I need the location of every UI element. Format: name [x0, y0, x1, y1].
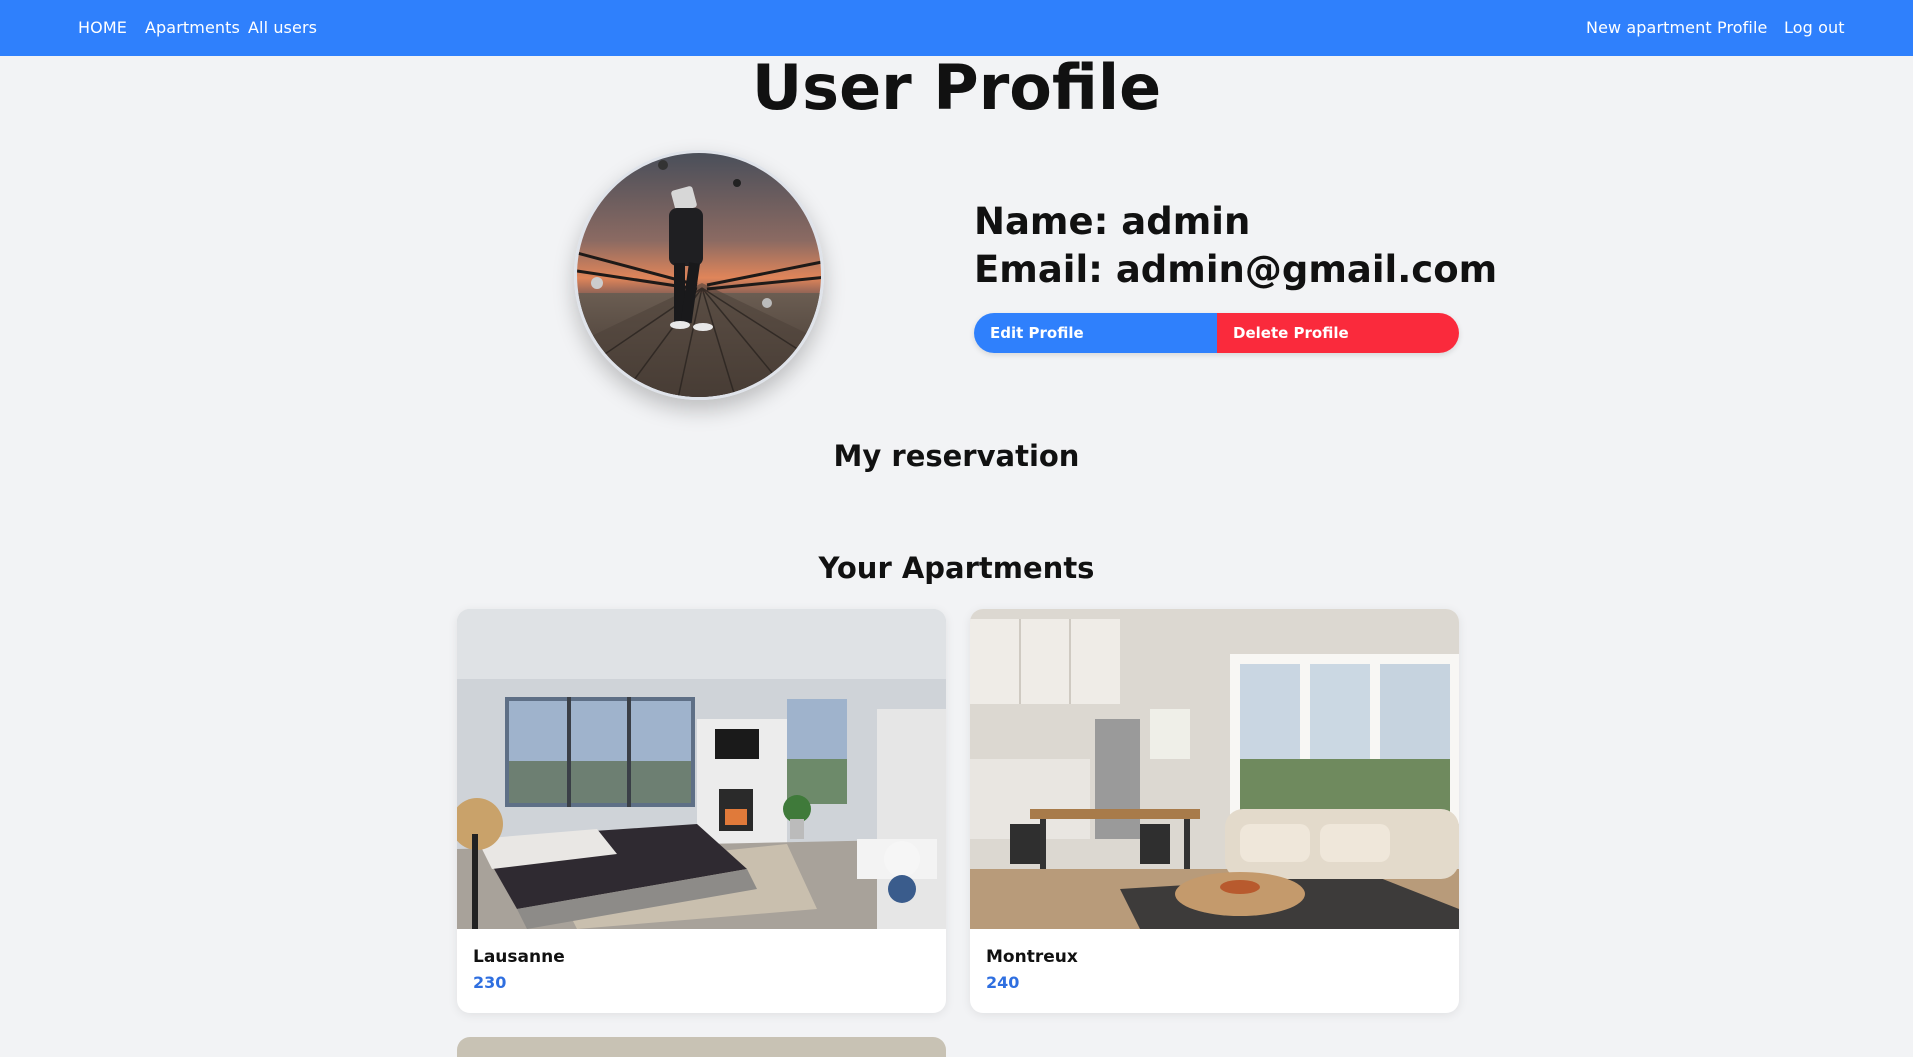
- apartment-title: Montreux: [986, 947, 1078, 967]
- avatar-photo-image: [577, 153, 821, 397]
- nav-link-profile[interactable]: Profile: [1717, 18, 1767, 37]
- apartment-photo: [970, 609, 1459, 929]
- nav-link-home[interactable]: HOME: [78, 18, 127, 37]
- profile-name: Name: admin: [974, 200, 1251, 243]
- nav-link-new-apartment[interactable]: New apartment: [1586, 18, 1712, 37]
- edit-profile-button[interactable]: Edit Profile: [974, 313, 1217, 353]
- reservation-heading: My reservation: [833, 439, 1080, 473]
- apartment-title: Lausanne: [473, 947, 565, 967]
- page-title: User Profile: [751, 51, 1162, 124]
- nav-link-log-out[interactable]: Log out: [1784, 18, 1845, 37]
- apartment-price: 240: [986, 973, 1020, 992]
- apartment-price: 230: [473, 973, 507, 992]
- apartment-card[interactable]: [457, 1037, 946, 1057]
- nav-link-apartments[interactable]: Apartments: [145, 18, 240, 37]
- apartment-card[interactable]: Lausanne 230: [457, 609, 946, 1013]
- profile-avatar: [574, 150, 824, 400]
- apartment-photo: [457, 609, 946, 929]
- apartment-card[interactable]: Montreux 240: [970, 609, 1459, 1013]
- apartments-heading: Your Apartments: [818, 551, 1095, 585]
- nav-link-all-users[interactable]: All users: [248, 18, 317, 37]
- profile-email: Email: admin@gmail.com: [974, 248, 1498, 291]
- delete-profile-button[interactable]: Delete Profile: [1217, 313, 1459, 353]
- top-navbar: HOME Apartments All users New apartment …: [0, 0, 1913, 56]
- profile-actions: Edit Profile Delete Profile: [974, 313, 1459, 353]
